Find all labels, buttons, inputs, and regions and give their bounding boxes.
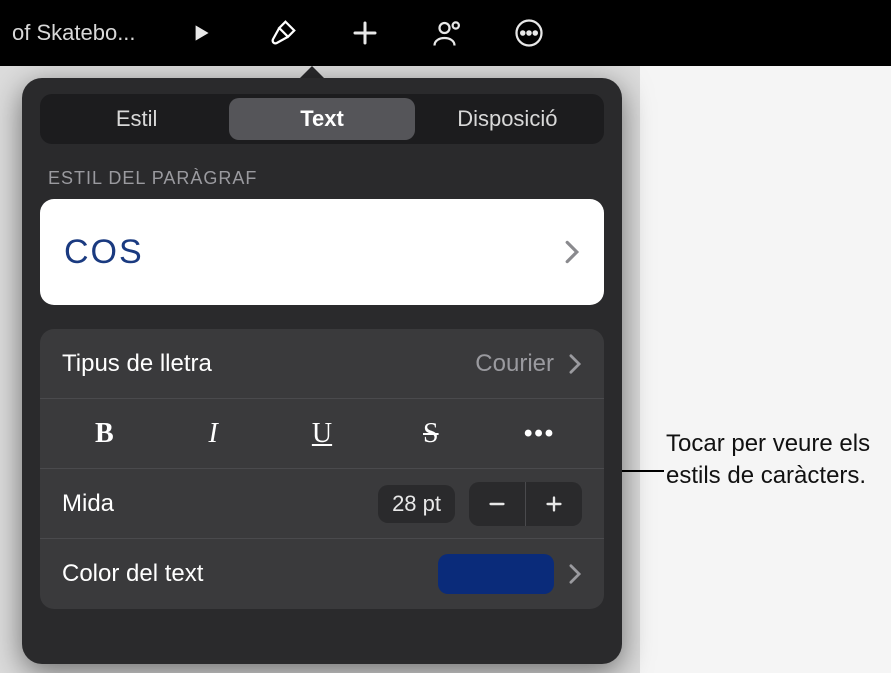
font-value: Courier — [475, 350, 554, 378]
panel-tabs: Estil Text Disposició — [40, 94, 604, 144]
text-style-buttons: B I U S ••• — [40, 399, 604, 469]
toolbar-icons — [172, 16, 879, 50]
chevron-right-icon — [568, 563, 582, 585]
app-toolbar: of Skatebo... — [0, 0, 891, 66]
document-title: of Skatebo... — [12, 20, 136, 46]
collaborate-icon[interactable] — [430, 16, 464, 50]
size-decrease-button[interactable] — [469, 482, 525, 526]
format-brush-icon[interactable] — [266, 16, 300, 50]
size-stepper — [469, 482, 582, 526]
italic-button[interactable]: I — [159, 410, 268, 458]
tab-style[interactable]: Estil — [44, 98, 229, 140]
font-row[interactable]: Tipus de lletra Courier — [40, 329, 604, 399]
bold-button[interactable]: B — [50, 410, 159, 458]
tab-layout[interactable]: Disposició — [415, 98, 600, 140]
text-color-swatch[interactable] — [438, 554, 554, 594]
size-value[interactable]: 28 pt — [378, 485, 455, 523]
paragraph-style-label: ESTIL DEL PARÀGRAF — [48, 168, 596, 189]
paragraph-style-picker[interactable]: COS — [40, 199, 604, 305]
size-row: Mida 28 pt — [40, 469, 604, 539]
play-icon[interactable] — [184, 16, 218, 50]
chevron-right-icon — [564, 239, 580, 265]
text-color-label: Color del text — [62, 560, 203, 588]
underline-button[interactable]: U — [268, 410, 377, 458]
add-icon[interactable] — [348, 16, 382, 50]
chevron-right-icon — [568, 353, 582, 375]
paragraph-style-name: COS — [64, 233, 144, 272]
more-icon[interactable] — [512, 16, 546, 50]
text-color-row[interactable]: Color del text — [40, 539, 604, 609]
callout-text: Tocar per veure els estils de caràcters. — [666, 428, 882, 493]
size-label: Mida — [62, 490, 114, 518]
strikethrough-button[interactable]: S — [376, 410, 485, 458]
text-settings-group: Tipus de lletra Courier B I U S ••• Mida… — [40, 329, 604, 609]
font-label: Tipus de lletra — [62, 350, 212, 378]
size-increase-button[interactable] — [526, 482, 582, 526]
format-panel: Estil Text Disposició ESTIL DEL PARÀGRAF… — [22, 78, 622, 664]
more-text-options-button[interactable]: ••• — [485, 410, 594, 458]
tab-text[interactable]: Text — [229, 98, 414, 140]
